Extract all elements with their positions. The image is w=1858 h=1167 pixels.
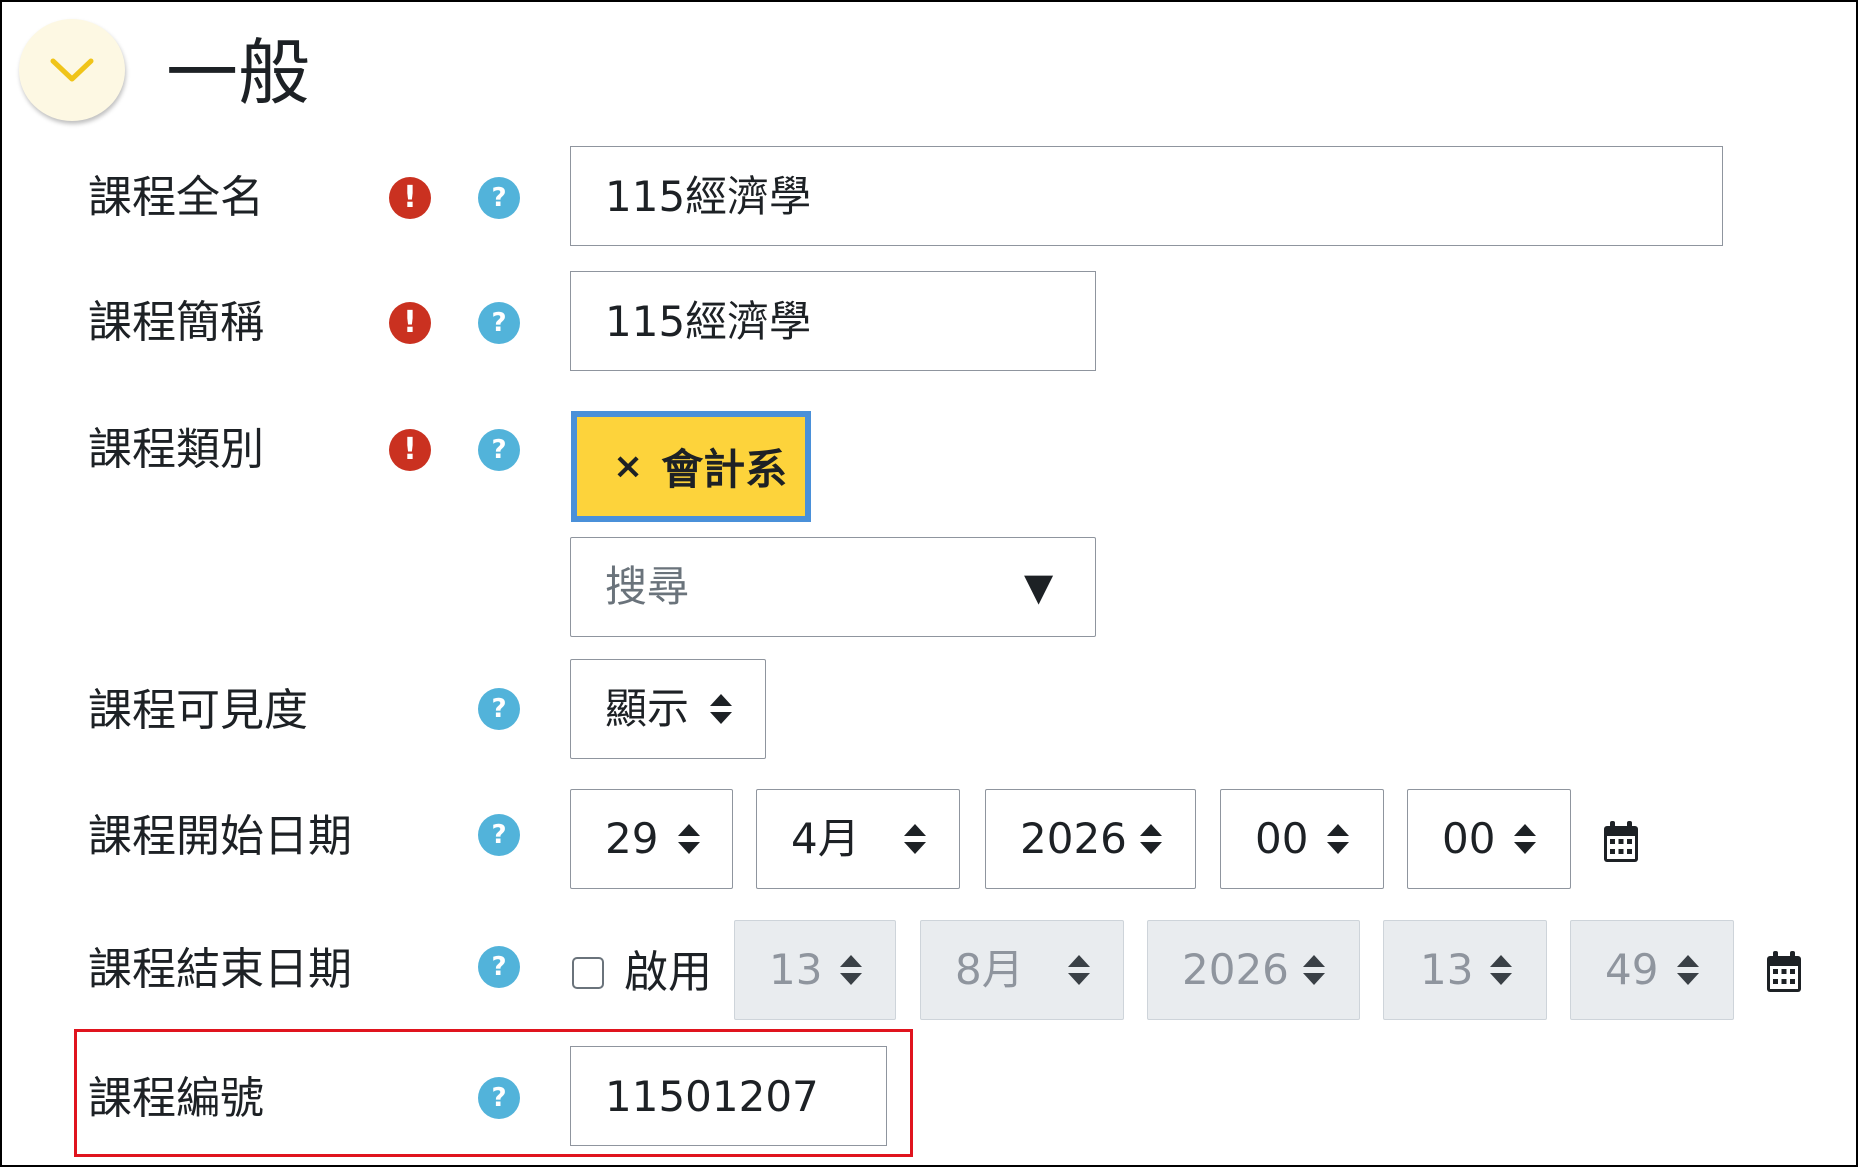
help-icon[interactable]: ?	[478, 1077, 520, 1119]
enddate-year-select[interactable]: 2026	[1147, 920, 1360, 1020]
startdate-year-select[interactable]: 2026	[985, 789, 1196, 889]
sort-arrows-icon	[1514, 824, 1536, 854]
startdate-minute-select[interactable]: 00	[1407, 789, 1571, 889]
calendar-icon[interactable]	[1602, 820, 1640, 864]
shortname-label: 課程簡稱	[88, 297, 264, 348]
select-value: 2026	[1020, 814, 1127, 863]
chip-remove-icon[interactable]: ×	[613, 446, 643, 487]
enddate-hour-select[interactable]: 13	[1383, 920, 1547, 1020]
select-value: 00	[1255, 814, 1309, 863]
sort-arrows-icon	[840, 955, 862, 985]
idnumber-label: 課程編號	[88, 1073, 264, 1124]
sort-arrows-icon	[1068, 955, 1090, 985]
help-icon[interactable]: ?	[478, 688, 520, 730]
required-icon[interactable]: !	[389, 429, 431, 471]
category-search-combobox[interactable]: 搜尋 ▼	[570, 537, 1096, 637]
enddate-minute-select[interactable]: 49	[1570, 920, 1734, 1020]
dropdown-arrow-icon[interactable]: ▼	[1024, 538, 1053, 636]
sort-arrows-icon	[678, 824, 700, 854]
startdate-label: 課程開始日期	[88, 811, 352, 862]
section-title: 一般	[166, 31, 311, 115]
enddate-month-select[interactable]: 8月	[920, 920, 1124, 1020]
category-chip[interactable]: × 會計系	[571, 411, 811, 522]
select-value: 13	[1420, 945, 1474, 994]
help-icon[interactable]: ?	[478, 177, 520, 219]
help-icon[interactable]: ?	[478, 302, 520, 344]
visibility-select[interactable]: 顯示	[570, 659, 766, 759]
select-value: 2026	[1182, 945, 1289, 994]
select-value: 49	[1605, 945, 1659, 994]
fullname-input[interactable]: 115經濟學	[570, 146, 1723, 246]
sort-arrows-icon	[1490, 955, 1512, 985]
idnumber-input[interactable]: 11501207	[570, 1046, 887, 1146]
sort-arrows-icon	[1327, 824, 1349, 854]
help-icon[interactable]: ?	[478, 429, 520, 471]
enddate-enable-checkbox[interactable]	[572, 957, 604, 989]
select-value: 00	[1442, 814, 1496, 863]
chevron-down-icon	[50, 58, 94, 82]
visibility-label: 課程可見度	[88, 685, 308, 736]
select-value: 29	[605, 814, 659, 863]
category-label: 課程類別	[88, 424, 264, 475]
calendar-icon[interactable]	[1765, 950, 1803, 994]
required-icon[interactable]: !	[389, 302, 431, 344]
startdate-month-select[interactable]: 4月	[756, 789, 960, 889]
sort-arrows-icon	[1677, 955, 1699, 985]
enddate-day-select[interactable]: 13	[734, 920, 896, 1020]
enddate-enable-label[interactable]: 啟用	[624, 943, 712, 1003]
required-icon[interactable]: !	[389, 177, 431, 219]
search-placeholder: 搜尋	[605, 562, 690, 611]
select-value: 8月	[955, 945, 1024, 994]
select-value: 13	[769, 945, 823, 994]
sort-arrows-icon	[1140, 824, 1162, 854]
select-value: 4月	[791, 814, 860, 863]
startdate-hour-select[interactable]: 00	[1220, 789, 1384, 889]
sort-arrows-icon	[710, 694, 732, 724]
fullname-label: 課程全名	[88, 172, 264, 223]
help-icon[interactable]: ?	[478, 946, 520, 988]
help-icon[interactable]: ?	[478, 814, 520, 856]
section-collapse-button[interactable]	[19, 19, 125, 121]
visibility-value: 顯示	[605, 684, 690, 733]
startdate-day-select[interactable]: 29	[570, 789, 733, 889]
shortname-input[interactable]: 115經濟學	[570, 271, 1096, 371]
sort-arrows-icon	[904, 824, 926, 854]
chip-label: 會計系	[661, 445, 788, 494]
enddate-label: 課程結束日期	[88, 944, 352, 995]
sort-arrows-icon	[1303, 955, 1325, 985]
